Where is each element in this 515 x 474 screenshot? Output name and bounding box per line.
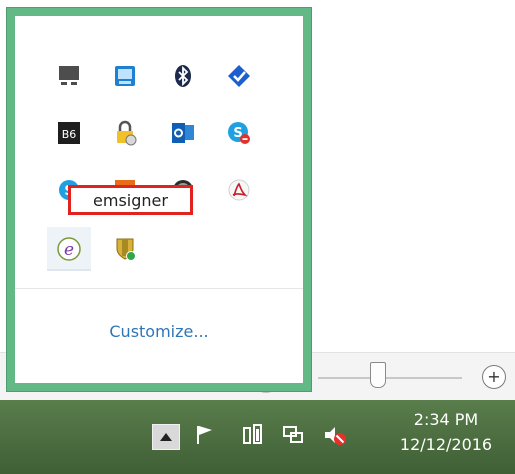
- customize-link[interactable]: Customize...: [15, 322, 303, 341]
- bs-app-icon[interactable]: B6: [49, 113, 89, 153]
- zoom-slider-track[interactable]: [318, 377, 462, 379]
- taskbar: 2:34 PM 12/12/2016: [0, 400, 515, 474]
- padlock-icon[interactable]: [105, 113, 145, 153]
- muted-speaker-icon[interactable]: [322, 422, 348, 448]
- zoom-in-button[interactable]: +: [482, 365, 506, 389]
- checkmark-shield-icon[interactable]: [219, 56, 259, 96]
- battery-icon[interactable]: [240, 422, 266, 448]
- clock[interactable]: 2:34 PM 12/12/2016: [386, 410, 506, 454]
- zoom-slider-thumb[interactable]: [370, 362, 386, 388]
- monitor-icon[interactable]: [49, 56, 89, 96]
- skype-busy-icon[interactable]: S: [219, 113, 259, 153]
- bluetooth-icon[interactable]: [163, 56, 203, 96]
- acrobat-icon[interactable]: [219, 170, 259, 210]
- flag-icon[interactable]: [192, 422, 218, 448]
- emsigner-icon[interactable]: e: [47, 227, 91, 271]
- keyboard-app-icon[interactable]: [105, 56, 145, 96]
- popup-divider: [15, 288, 303, 289]
- shield-green-dot-icon[interactable]: [105, 229, 145, 269]
- svg-text:B6: B6: [62, 128, 77, 141]
- tooltip-text: emsigner: [93, 190, 168, 210]
- clock-date: 12/12/2016: [399, 435, 493, 454]
- chevron-up-icon: [160, 433, 172, 441]
- show-hidden-icons-button[interactable]: [152, 424, 180, 450]
- clock-time: 2:34 PM: [413, 410, 479, 429]
- svg-text:e: e: [64, 240, 74, 260]
- outlook-icon[interactable]: [163, 113, 203, 153]
- network-icon[interactable]: [280, 422, 306, 448]
- tooltip: emsigner: [68, 185, 193, 215]
